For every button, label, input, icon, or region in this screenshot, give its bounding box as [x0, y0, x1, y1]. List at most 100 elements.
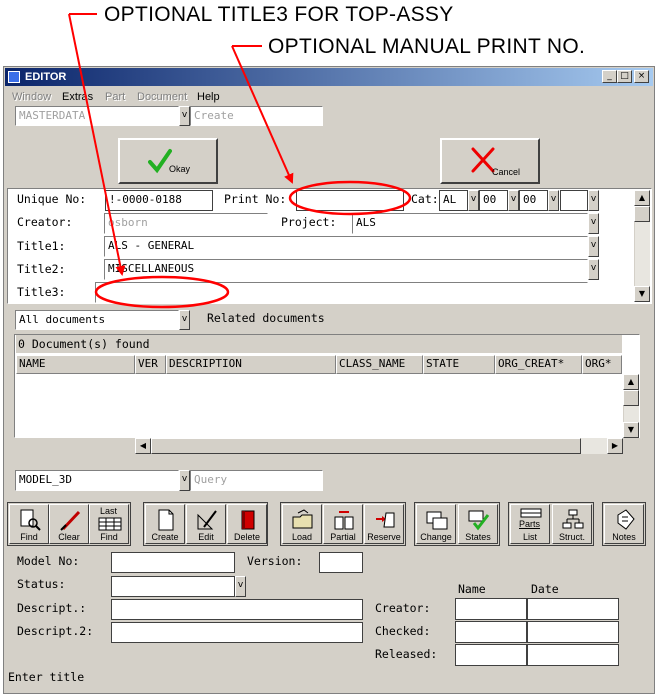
title2-dropdown-arrow[interactable]: v — [588, 259, 599, 280]
released-date-field[interactable] — [527, 644, 619, 666]
structure-label: Struct. — [558, 532, 585, 542]
column-org[interactable]: ORG* — [582, 355, 622, 374]
close-button[interactable]: × — [634, 70, 649, 83]
column-org-creat[interactable]: ORG_CREAT* — [495, 355, 582, 374]
model-no-field[interactable] — [111, 552, 235, 573]
creator-date-field[interactable] — [527, 598, 619, 620]
window-title: EDITOR — [25, 71, 67, 83]
status-bar-message: Enter title — [8, 670, 85, 684]
creator-row-label: Creator: — [375, 601, 431, 615]
create-button[interactable]: Create — [145, 504, 185, 544]
menu-help[interactable]: Help — [197, 90, 220, 104]
clear-label: Clear — [58, 532, 80, 542]
last-find-button[interactable]: Last Find — [89, 504, 129, 544]
cat3-field[interactable]: 00 — [519, 190, 548, 211]
class-dropdown-arrow[interactable]: v — [179, 106, 190, 126]
model-class-select[interactable]: MODEL_3D — [15, 470, 179, 491]
clear-button[interactable]: Clear — [49, 504, 89, 544]
cat3-dropdown-arrow[interactable]: v — [548, 190, 559, 211]
change-label: Change — [420, 532, 452, 542]
okay-button[interactable]: Okay — [118, 138, 218, 184]
parts-list-button[interactable]: Parts List — [510, 504, 550, 544]
form-scroll-up-arrow[interactable]: ▲ — [634, 190, 650, 206]
related-filter-select[interactable]: All documents — [15, 310, 179, 330]
status-select[interactable] — [111, 576, 235, 597]
menu-document[interactable]: Document — [137, 90, 187, 104]
delete-button[interactable]: Delete — [227, 504, 267, 544]
documents-scroll-left-arrow[interactable]: ◀ — [135, 438, 151, 454]
descript-label: Descript.: — [17, 601, 87, 615]
print-no-field[interactable] — [296, 190, 404, 211]
last-label: Last — [100, 506, 118, 516]
model-class-dropdown-arrow[interactable]: v — [179, 470, 190, 491]
version-field[interactable] — [319, 552, 363, 573]
descript2-label: Descript.2: — [17, 624, 94, 638]
edit-icon — [197, 510, 217, 530]
descript2-field[interactable] — [111, 622, 363, 643]
column-class-name[interactable]: CLASS_NAME — [336, 355, 423, 374]
column-ver[interactable]: VER — [135, 355, 166, 374]
list-label: List — [522, 532, 537, 542]
documents-scroll-down-arrow[interactable]: ▼ — [623, 422, 639, 438]
creator-label: Creator: — [17, 215, 73, 229]
title3-field[interactable] — [95, 282, 588, 303]
documents-scroll-thumb[interactable] — [623, 390, 639, 406]
title3-label: Title3: — [17, 285, 66, 299]
app-icon — [8, 71, 20, 83]
annotation-print-no: OPTIONAL MANUAL PRINT NO. — [268, 35, 586, 58]
checked-date-field[interactable] — [527, 621, 619, 643]
documents-scroll-up-arrow[interactable]: ▲ — [623, 374, 639, 390]
states-button[interactable]: States — [458, 504, 498, 544]
menu-window[interactable]: Window — [12, 90, 51, 104]
structure-icon — [562, 509, 584, 529]
cancel-button[interactable]: Cancel — [440, 138, 540, 184]
change-button[interactable]: Change — [416, 504, 456, 544]
change-icon — [426, 511, 448, 530]
unique-no-field[interactable]: !-0000-0188 — [105, 190, 213, 211]
maximize-button[interactable]: □ — [617, 70, 632, 83]
title-bar[interactable]: EDITOR _ □ × — [5, 68, 653, 86]
edit-button[interactable]: Edit — [186, 504, 226, 544]
checked-name-field[interactable] — [455, 621, 527, 643]
minimize-button[interactable]: _ — [602, 70, 617, 83]
cat2-field[interactable]: 00 — [479, 190, 508, 211]
title1-dropdown-arrow[interactable]: v — [588, 236, 599, 257]
find-button[interactable]: Find — [9, 504, 49, 544]
find-icon — [20, 509, 41, 531]
title2-field[interactable]: MISCELLANEOUS — [104, 259, 588, 280]
class-select[interactable]: MASTERDATA — [15, 106, 179, 126]
project-field[interactable]: ALS — [352, 213, 588, 234]
reserve-button[interactable]: Reserve — [364, 504, 404, 544]
partial-label: Partial — [330, 532, 356, 542]
reserve-label: Reserve — [367, 532, 401, 542]
title1-field[interactable]: ALS - GENERAL — [104, 236, 588, 257]
cat4-dropdown-arrow[interactable]: v — [588, 190, 599, 211]
partial-button[interactable]: Partial — [323, 504, 363, 544]
load-button[interactable]: Load — [282, 504, 322, 544]
cat-dropdown-arrow[interactable]: v — [468, 190, 479, 211]
title1-label: Title1: — [17, 239, 66, 253]
form-scroll-down-arrow[interactable]: ▼ — [634, 286, 650, 302]
menu-part[interactable]: Part — [105, 90, 125, 104]
cat2-dropdown-arrow[interactable]: v — [508, 190, 519, 211]
related-filter-dropdown-arrow[interactable]: v — [179, 310, 190, 330]
documents-scroll-right-arrow[interactable]: ▶ — [607, 438, 623, 454]
cat-field[interactable]: AL — [439, 190, 468, 211]
creator-name-field[interactable] — [455, 598, 527, 620]
project-dropdown-arrow[interactable]: v — [588, 213, 599, 234]
structure-button[interactable]: Struct. — [552, 504, 592, 544]
cat4-field[interactable] — [560, 190, 588, 211]
documents-hscroll-thumb[interactable] — [151, 438, 581, 454]
descript-field[interactable] — [111, 599, 363, 620]
okay-label: Okay — [169, 164, 191, 174]
column-state[interactable]: STATE — [423, 355, 495, 374]
status-dropdown-arrow[interactable]: v — [235, 576, 246, 597]
last-find-label: Find — [100, 532, 118, 542]
form-scroll-thumb[interactable] — [634, 206, 650, 222]
new-document-icon — [158, 509, 174, 531]
column-name[interactable]: NAME — [16, 355, 135, 374]
notes-button[interactable]: Notes — [604, 504, 644, 544]
menu-extras[interactable]: Extras — [62, 90, 93, 104]
released-name-field[interactable] — [455, 644, 527, 666]
column-description[interactable]: DESCRIPTION — [166, 355, 336, 374]
